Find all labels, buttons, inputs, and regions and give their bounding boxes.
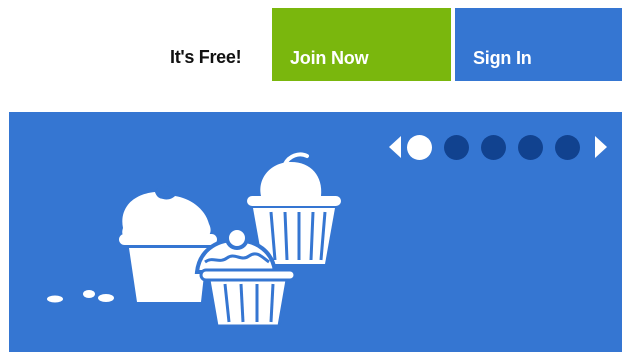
free-label: It's Free! (170, 47, 242, 67)
join-now-label: Join Now (290, 48, 369, 68)
page: It's Free! Join Now Sign In (0, 0, 622, 352)
crumb-icon (83, 290, 95, 298)
join-now-button[interactable]: Join Now (272, 8, 451, 81)
crumb-icon (98, 294, 114, 302)
sign-in-label: Sign In (473, 48, 532, 68)
cupcake-left-icon (119, 185, 217, 302)
crumb-icon (47, 295, 63, 303)
cupcakes-icon (47, 152, 341, 328)
sign-in-button[interactable]: Sign In (455, 8, 622, 81)
hero-banner (9, 112, 622, 352)
top-bar: It's Free! Join Now Sign In (0, 0, 622, 82)
